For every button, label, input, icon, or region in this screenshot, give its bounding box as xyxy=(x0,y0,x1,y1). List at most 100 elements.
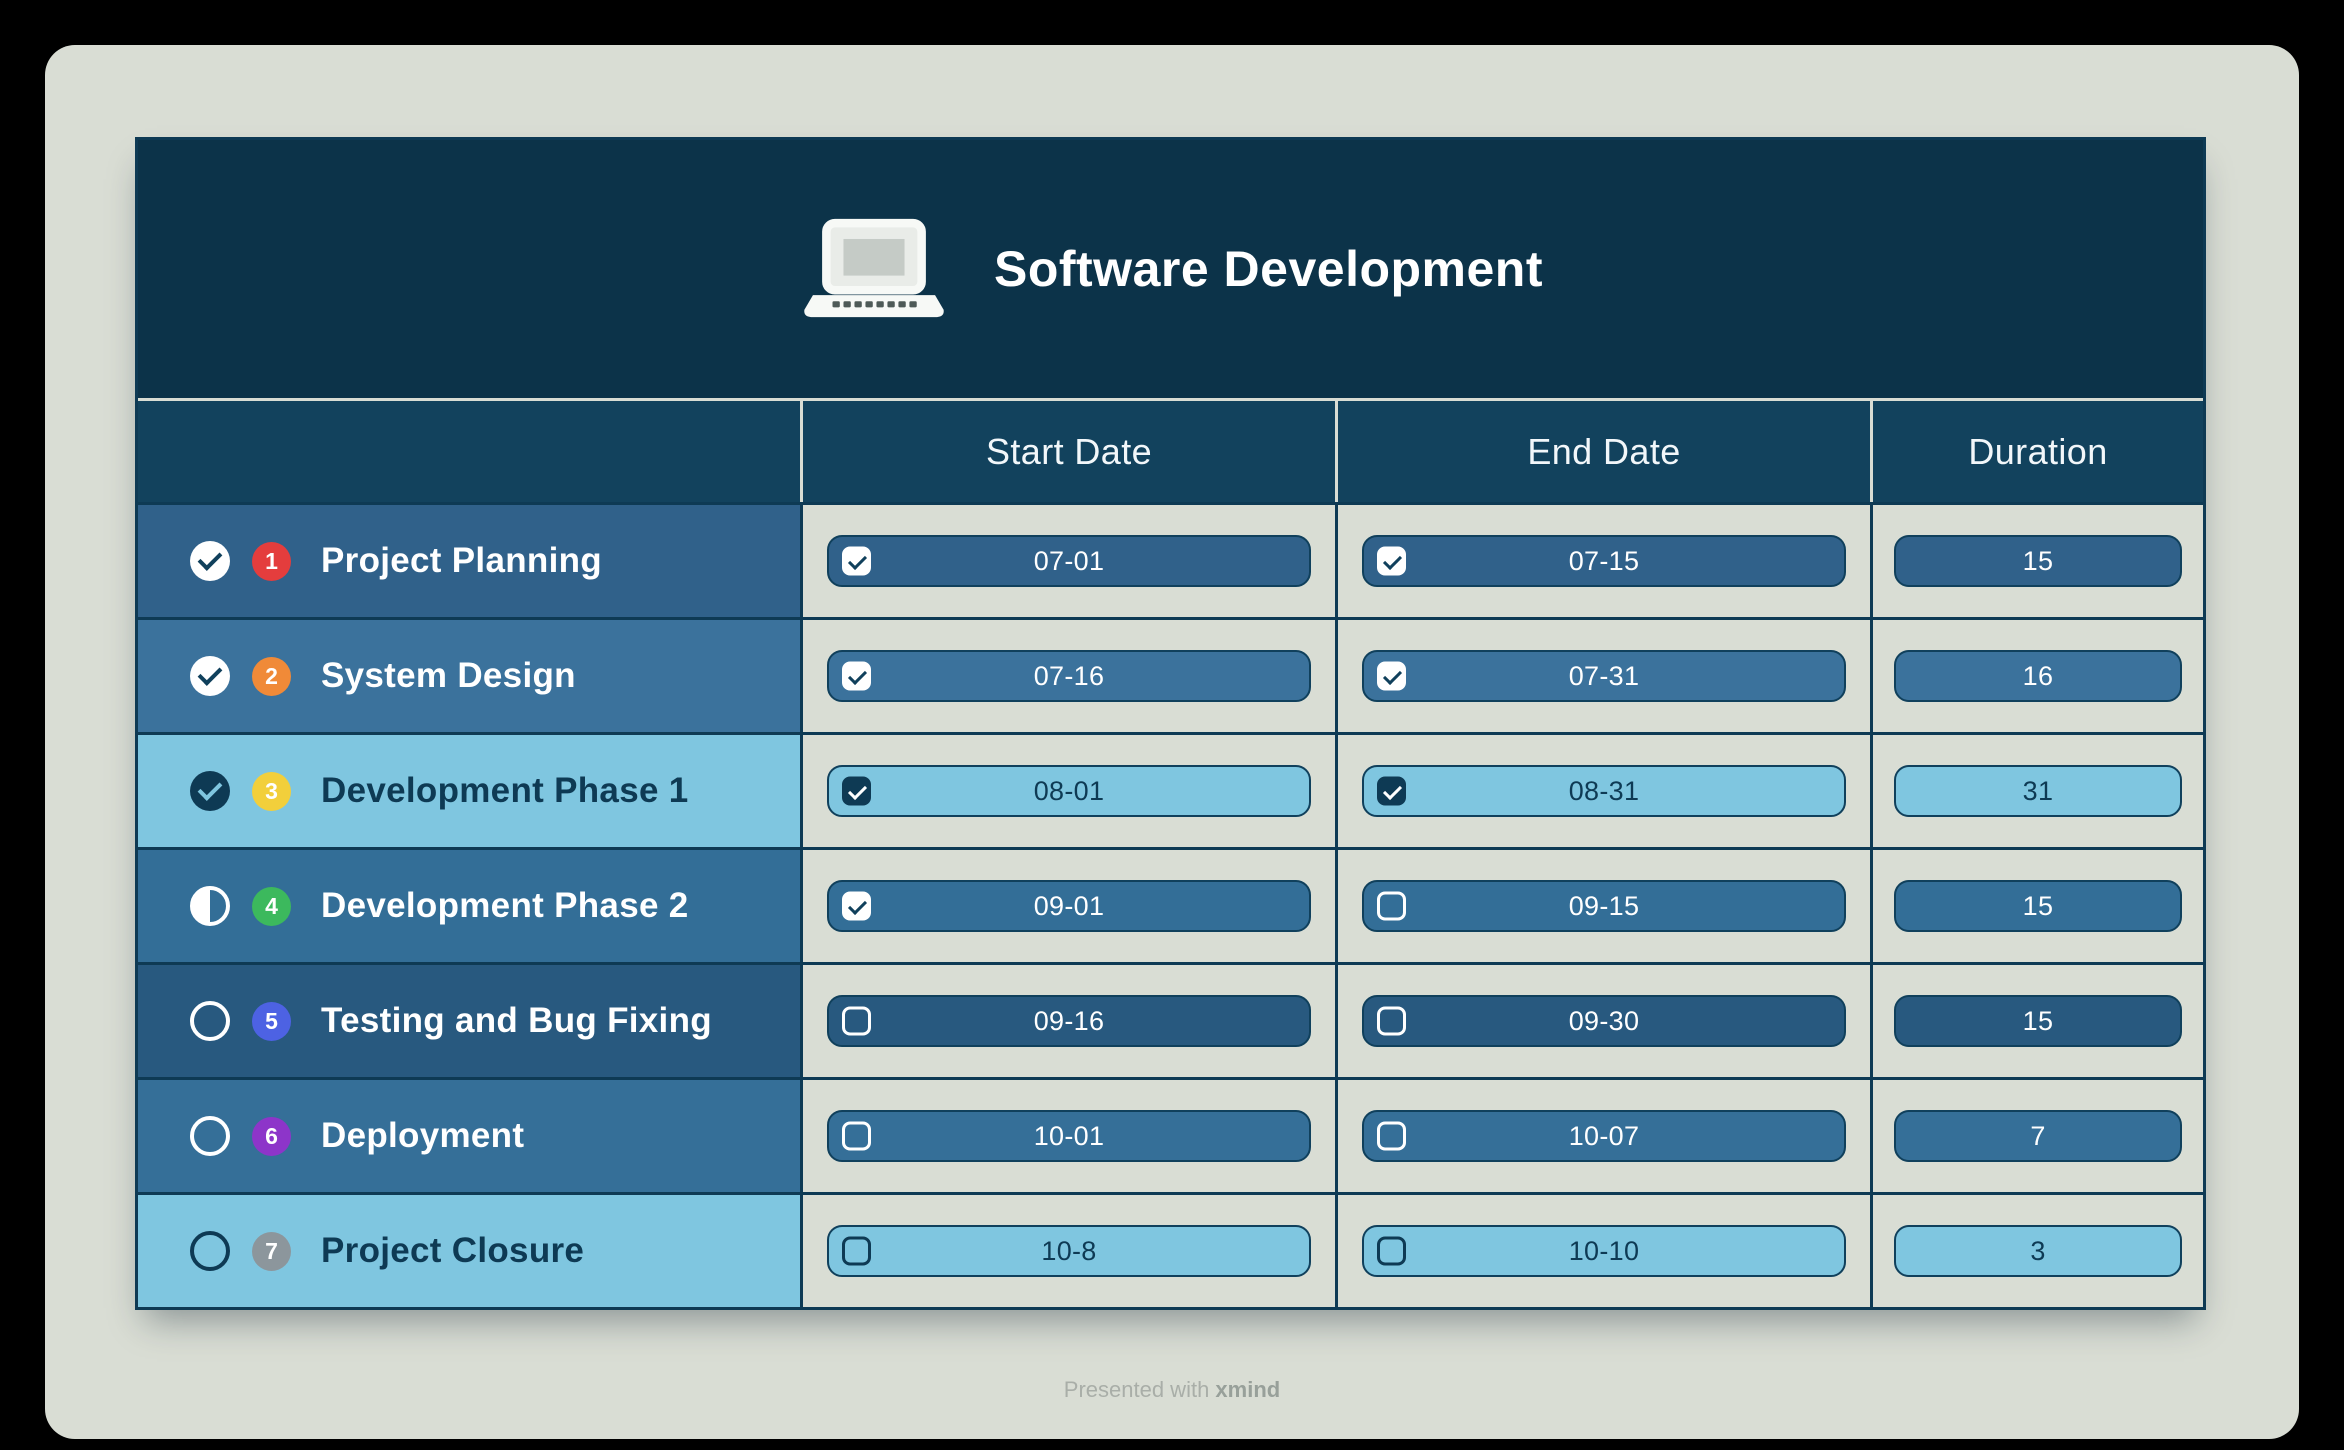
start-date-pill[interactable]: 08-01 xyxy=(827,765,1311,817)
end-date-pill[interactable]: 10-10 xyxy=(1362,1225,1846,1277)
duration-pill[interactable]: 15 xyxy=(1894,995,2182,1047)
task-status-icon[interactable] xyxy=(190,656,230,696)
start-date-cell: 07-01 xyxy=(800,505,1335,617)
column-header-label: End Date xyxy=(1527,431,1680,473)
end-date-pill[interactable]: 08-31 xyxy=(1362,765,1846,817)
checkbox-icon[interactable] xyxy=(1377,892,1406,921)
task-label: Development Phase 2 xyxy=(321,886,689,926)
task-status-icon[interactable] xyxy=(190,886,230,926)
task-cell[interactable]: 2 System Design xyxy=(138,620,800,732)
checkbox-icon[interactable] xyxy=(842,892,871,921)
end-date-value: 09-30 xyxy=(1569,1006,1640,1037)
checkbox-icon[interactable] xyxy=(842,1122,871,1151)
task-label: Testing and Bug Fixing xyxy=(321,1001,712,1041)
column-header-row: Start Date End Date Duration xyxy=(138,398,2203,502)
table-row: 2 System Design 07-16 07-31 16 xyxy=(138,620,2203,732)
start-date-value: 10-01 xyxy=(1034,1121,1105,1152)
end-date-value: 09-15 xyxy=(1569,891,1640,922)
checkbox-icon[interactable] xyxy=(842,1237,871,1266)
xmind-brand: xmind xyxy=(1215,1377,1280,1402)
task-status-icon[interactable] xyxy=(190,1001,230,1041)
checkbox-icon[interactable] xyxy=(1377,547,1406,576)
row-number-badge: 4 xyxy=(252,887,291,926)
duration-pill[interactable]: 7 xyxy=(1894,1110,2182,1162)
task-status-icon[interactable] xyxy=(190,1231,230,1271)
duration-pill[interactable]: 16 xyxy=(1894,650,2182,702)
duration-value: 15 xyxy=(2023,546,2054,577)
end-date-value: 10-10 xyxy=(1569,1236,1640,1267)
start-date-pill[interactable]: 09-16 xyxy=(827,995,1311,1047)
end-date-cell: 09-30 xyxy=(1335,965,1870,1077)
end-date-value: 08-31 xyxy=(1569,776,1640,807)
start-date-value: 07-16 xyxy=(1034,661,1105,692)
task-cell[interactable]: 4 Development Phase 2 xyxy=(138,850,800,962)
laptop-icon xyxy=(798,217,950,322)
end-date-value: 07-15 xyxy=(1569,546,1640,577)
end-date-cell: 07-15 xyxy=(1335,505,1870,617)
start-date-cell: 10-01 xyxy=(800,1080,1335,1192)
duration-cell: 15 xyxy=(1870,850,2203,962)
end-date-value: 07-31 xyxy=(1569,661,1640,692)
start-date-pill[interactable]: 07-01 xyxy=(827,535,1311,587)
end-date-pill[interactable]: 09-30 xyxy=(1362,995,1846,1047)
task-label: Deployment xyxy=(321,1116,524,1156)
end-date-cell: 10-10 xyxy=(1335,1195,1870,1307)
start-date-pill[interactable]: 07-16 xyxy=(827,650,1311,702)
duration-value: 7 xyxy=(2030,1121,2045,1152)
checkbox-icon[interactable] xyxy=(842,547,871,576)
checkbox-icon[interactable] xyxy=(842,662,871,691)
task-label: System Design xyxy=(321,656,576,696)
task-status-icon[interactable] xyxy=(190,771,230,811)
start-date-value: 09-01 xyxy=(1034,891,1105,922)
checkbox-icon[interactable] xyxy=(1377,777,1406,806)
row-number-badge: 3 xyxy=(252,772,291,811)
checkbox-icon[interactable] xyxy=(1377,1122,1406,1151)
duration-cell: 7 xyxy=(1870,1080,2203,1192)
end-date-pill[interactable]: 07-15 xyxy=(1362,535,1846,587)
table-row: 3 Development Phase 1 08-01 08-31 31 xyxy=(138,735,2203,847)
task-cell[interactable]: 1 Project Planning xyxy=(138,505,800,617)
duration-pill[interactable]: 15 xyxy=(1894,880,2182,932)
task-label: Project Closure xyxy=(321,1231,584,1271)
checkbox-icon[interactable] xyxy=(842,1007,871,1036)
end-date-pill[interactable]: 09-15 xyxy=(1362,880,1846,932)
end-date-pill[interactable]: 10-07 xyxy=(1362,1110,1846,1162)
column-header-label: Start Date xyxy=(986,431,1152,473)
start-date-pill[interactable]: 09-01 xyxy=(827,880,1311,932)
task-status-icon[interactable] xyxy=(190,1116,230,1156)
start-date-cell: 08-01 xyxy=(800,735,1335,847)
table-row: 7 Project Closure 10-8 10-10 3 xyxy=(138,1195,2203,1307)
duration-pill[interactable]: 31 xyxy=(1894,765,2182,817)
row-number-badge: 6 xyxy=(252,1117,291,1156)
task-cell[interactable]: 3 Development Phase 1 xyxy=(138,735,800,847)
start-date-value: 09-16 xyxy=(1034,1006,1105,1037)
task-cell[interactable]: 7 Project Closure xyxy=(138,1195,800,1307)
duration-cell: 3 xyxy=(1870,1195,2203,1307)
start-date-pill[interactable]: 10-8 xyxy=(827,1225,1311,1277)
start-date-pill[interactable]: 10-01 xyxy=(827,1110,1311,1162)
task-cell[interactable]: 5 Testing and Bug Fixing xyxy=(138,965,800,1077)
task-cell[interactable]: 6 Deployment xyxy=(138,1080,800,1192)
end-date-pill[interactable]: 07-31 xyxy=(1362,650,1846,702)
duration-cell: 15 xyxy=(1870,965,2203,1077)
duration-pill[interactable]: 15 xyxy=(1894,535,2182,587)
start-date-value: 10-8 xyxy=(1041,1236,1096,1267)
task-label: Project Planning xyxy=(321,541,602,581)
checkbox-icon[interactable] xyxy=(1377,1237,1406,1266)
checkbox-icon[interactable] xyxy=(842,777,871,806)
start-date-cell: 07-16 xyxy=(800,620,1335,732)
table-row: 5 Testing and Bug Fixing 09-16 09-30 15 xyxy=(138,965,2203,1077)
checkbox-icon[interactable] xyxy=(1377,662,1406,691)
end-date-cell: 09-15 xyxy=(1335,850,1870,962)
presentation-card: Software Development Start Date End Date… xyxy=(45,45,2299,1439)
table-row: 6 Deployment 10-01 10-07 7 xyxy=(138,1080,2203,1192)
task-status-icon[interactable] xyxy=(190,541,230,581)
xmind-attribution: Presented with xmind xyxy=(45,1377,2299,1403)
row-number-badge: 1 xyxy=(252,542,291,581)
checkbox-icon[interactable] xyxy=(1377,1007,1406,1036)
column-header-label: Duration xyxy=(1968,431,2107,473)
column-header-start-date: Start Date xyxy=(800,401,1335,502)
schedule-table: Software Development Start Date End Date… xyxy=(135,137,2206,1310)
row-number-badge: 2 xyxy=(252,657,291,696)
duration-pill[interactable]: 3 xyxy=(1894,1225,2182,1277)
